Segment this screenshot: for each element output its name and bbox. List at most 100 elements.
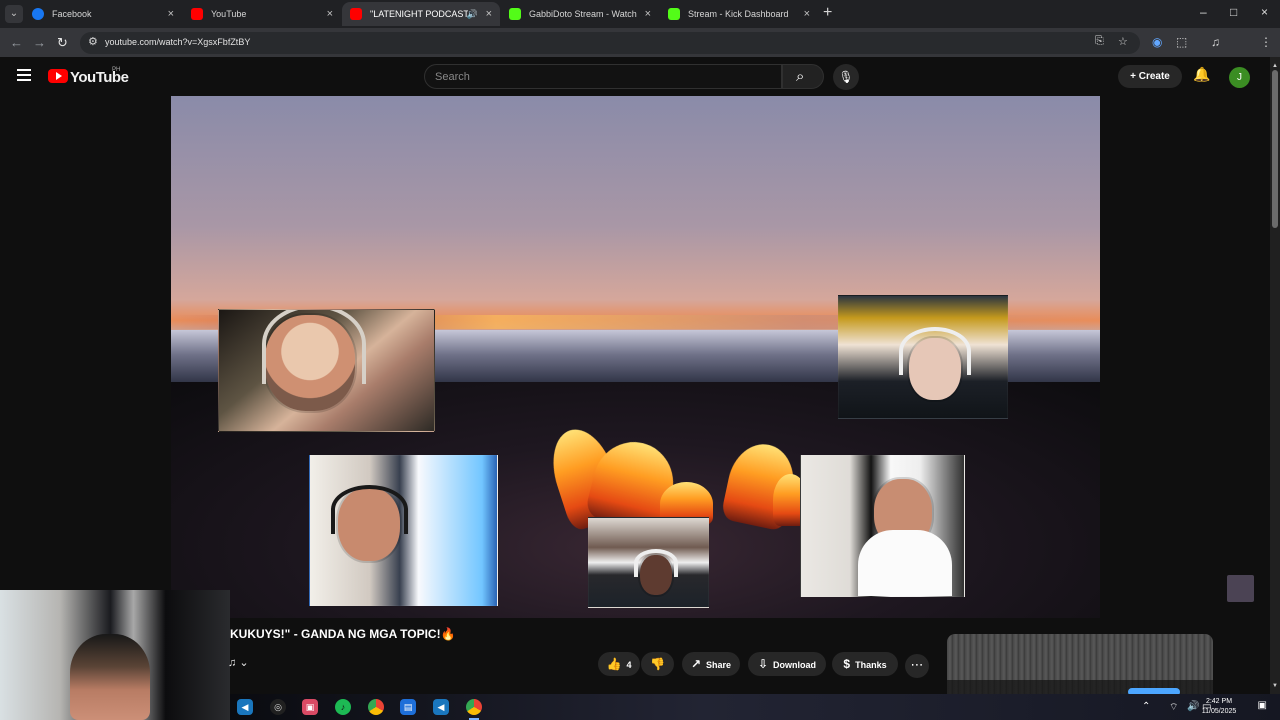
media-controls-icon[interactable]: ♫ <box>1211 35 1220 49</box>
tab-kick-dashboard[interactable]: Stream - Kick Dashboard × <box>660 2 818 26</box>
address-bar[interactable]: ⚙ youtube.com/watch?v=XgsxFbfZtBY ⎘ ☆ <box>80 32 1140 54</box>
restore-icon[interactable]: □ <box>1230 5 1237 19</box>
subscription-controls[interactable]: ♫ ⌄ <box>228 656 249 669</box>
scrollbar-thumb[interactable] <box>1272 70 1278 228</box>
video-player[interactable] <box>171 96 1100 618</box>
guest-camera-top-left <box>218 309 435 432</box>
more-actions-icon[interactable]: ⋯ <box>905 654 929 678</box>
back-icon[interactable]: ← <box>10 35 23 50</box>
share-button[interactable]: ↗ Share <box>682 652 740 676</box>
thanks-button[interactable]: $ Thanks <box>832 652 898 676</box>
like-button[interactable]: 👍 4 <box>598 652 640 676</box>
youtube-header: YouTube PH Search ⌕ 🎙 + Create 🔔 J <box>0 57 1280 95</box>
close-tab-icon[interactable]: × <box>804 2 810 26</box>
taskbar-clock[interactable]: 2:42 PM 11/05/2025 <box>1198 697 1240 717</box>
thumbs-up-icon: 👍 <box>606 657 622 671</box>
download-button[interactable]: ⇩ Download <box>748 652 826 676</box>
bell-icon[interactable]: ♫ <box>228 657 236 669</box>
browser-toolbar: ← → ↻ ⚙ youtube.com/watch?v=XgsxFbfZtBY … <box>0 28 1280 76</box>
close-window-icon[interactable]: × <box>1261 5 1268 19</box>
close-tab-icon[interactable]: × <box>168 2 174 26</box>
dislike-button[interactable]: 👎 <box>641 652 674 676</box>
download-icon: ⇩ <box>757 657 769 671</box>
new-tab-button[interactable]: + <box>823 4 832 22</box>
download-label: Download <box>773 660 817 670</box>
tab-youtube[interactable]: YouTube × <box>183 2 341 26</box>
visual-studio-code-icon[interactable]: ◀ <box>237 699 253 715</box>
plus-icon: + <box>1130 71 1136 82</box>
puzzle-icon[interactable]: ⬚ <box>1176 35 1187 49</box>
clock-date: 11/05/2025 <box>1201 708 1237 715</box>
tab-latenight-podcast[interactable]: "LATENIGHT PODCAST with 🔊 × <box>342 2 500 26</box>
guest-camera-bottom-center <box>588 517 709 608</box>
tab-title: "LATENIGHT PODCAST with <box>370 9 468 19</box>
url-text[interactable]: youtube.com/watch?v=XgsxFbfZtBY <box>105 37 250 47</box>
create-button[interactable]: + Create <box>1118 65 1182 88</box>
tab-title: GabbiDoto Stream - Watch Live <box>529 9 639 19</box>
menu-icon[interactable] <box>17 69 31 81</box>
tray-overflow-icon[interactable]: ⌃ <box>1142 701 1150 712</box>
scroll-up-icon[interactable]: ▲ <box>1270 63 1280 69</box>
site-info-icon[interactable]: ⚙ <box>88 35 98 48</box>
bookmark-star-icon[interactable]: ☆ <box>1118 35 1128 48</box>
youtube-icon <box>191 8 203 20</box>
scroll-down-icon[interactable]: ▼ <box>1270 683 1280 689</box>
tab-title: YouTube <box>211 9 247 19</box>
search-input[interactable]: Search <box>424 64 782 89</box>
channel-watermark[interactable] <box>1227 575 1254 602</box>
refresh-icon[interactable]: ↻ <box>57 35 68 51</box>
youtube-icon <box>350 8 362 20</box>
windows-taskbar: ◀ ◎ ▣ ♪ ▤ ◀ ⌃ ⌔ 🔊 ▭ ▣ <box>230 694 1280 720</box>
kick-icon <box>668 8 680 20</box>
voice-search-icon[interactable]: 🎙 <box>833 64 859 90</box>
thanks-icon: $ <box>843 657 851 671</box>
search-icon: ⌕ <box>796 68 805 85</box>
chrome-menu-icon[interactable]: ⋮ <box>1260 35 1272 49</box>
visual-studio-code-icon-second[interactable]: ◀ <box>433 699 449 715</box>
close-tab-icon[interactable]: × <box>645 2 651 26</box>
tab-title: Stream - Kick Dashboard <box>688 9 789 19</box>
tab-search-button[interactable]: ⌄ <box>5 5 23 23</box>
close-tab-icon[interactable]: × <box>486 2 492 26</box>
chevron-down-icon[interactable]: ⌄ <box>239 657 248 669</box>
country-code: PH <box>112 67 121 73</box>
tab-gabbidoto-stream[interactable]: GabbiDoto Stream - Watch Live × <box>501 2 659 26</box>
facebook-icon <box>32 8 44 20</box>
tab-title: Facebook <box>52 9 92 19</box>
tab-facebook[interactable]: Facebook × <box>24 2 182 26</box>
account-avatar[interactable]: J <box>1229 67 1250 88</box>
browser-tab-strip: ⌄ Facebook × YouTube × "LATENIGHT PODCAS… <box>0 0 1280 28</box>
chrome-icon[interactable] <box>368 699 384 715</box>
guest-camera-middle-left <box>309 455 498 606</box>
minimize-icon[interactable]: – <box>1200 5 1207 19</box>
share-icon: ↗ <box>690 657 702 671</box>
spotify-icon[interactable]: ♪ <box>335 699 351 715</box>
window-controls: – □ × <box>1160 0 1280 28</box>
kick-icon <box>509 8 521 20</box>
extension-icon[interactable]: ◉ <box>1152 35 1162 49</box>
thanks-label: Thanks <box>855 660 887 670</box>
campfire-image <box>542 396 808 535</box>
video-title: KUKUYS!" - GANDA NG MGA TOPIC!🔥 <box>230 627 456 641</box>
guest-camera-middle-right <box>800 455 965 597</box>
file-explorer-icon[interactable]: ▤ <box>400 699 416 715</box>
guest-camera-top-right <box>838 295 1008 419</box>
search-button[interactable]: ⌕ <box>782 64 824 89</box>
page-scrollbar[interactable] <box>1270 57 1280 694</box>
thumbs-down-icon: 👎 <box>650 657 665 671</box>
share-label: Share <box>706 660 732 670</box>
install-icon[interactable]: ⎘ <box>1095 35 1104 48</box>
notification-icon[interactable]: ▣ <box>1258 700 1267 711</box>
obs-icon[interactable]: ◎ <box>270 699 286 715</box>
forward-icon[interactable]: → <box>33 35 46 50</box>
streamer-webcam-overlay <box>0 590 230 720</box>
close-tab-icon[interactable]: × <box>327 2 333 26</box>
chrome-active-icon[interactable] <box>466 699 482 715</box>
network-icon[interactable]: ⌔ <box>1169 701 1178 714</box>
streamer-person <box>70 634 150 720</box>
notifications-icon[interactable]: 🔔 <box>1193 66 1210 83</box>
like-count: 4 <box>626 660 632 670</box>
audio-playing-icon[interactable]: 🔊 <box>467 2 478 26</box>
youtube-logo-icon[interactable] <box>48 69 68 83</box>
app-icon[interactable]: ▣ <box>302 699 318 715</box>
